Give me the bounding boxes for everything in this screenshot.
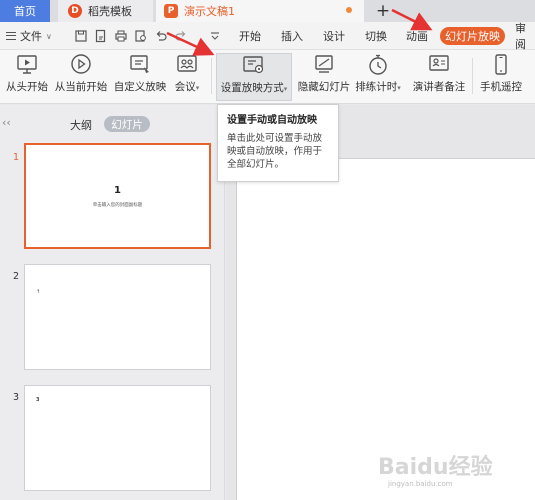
outline-view-tab[interactable]: 大纲 xyxy=(70,117,92,133)
custom-show-label: 自定义放映 xyxy=(113,81,167,93)
presenter-notes-label: 演讲者备注 xyxy=(412,81,466,93)
presenter-notes-icon xyxy=(429,55,449,71)
hide-slide-label: 隐藏幻灯片 xyxy=(297,81,351,93)
meeting-icon xyxy=(177,55,197,72)
chevron-down-icon: ∨ xyxy=(46,31,52,41)
phone-remote-label: 手机遥控 xyxy=(480,81,522,93)
from-current-button[interactable]: 从当前开始 xyxy=(55,53,107,101)
hide-slide-icon xyxy=(315,55,333,73)
file-menu[interactable]: 文件 ∨ xyxy=(6,22,52,50)
menu-tab-label: 开始 xyxy=(239,30,261,43)
redo-icon[interactable] xyxy=(174,29,188,43)
meeting-label: 会议▾ xyxy=(174,81,200,93)
slide-number: 1 xyxy=(13,152,20,163)
stopwatch-icon xyxy=(369,54,387,75)
rehearse-timings-label: 排练计时▾ xyxy=(355,81,401,93)
watermark-url: jingyan.baidu.com xyxy=(388,480,453,488)
slide-thumbnail-2[interactable]: ↑ xyxy=(24,264,211,370)
menu-tab-label: 设计 xyxy=(323,30,345,43)
menu-bar: 文件 ∨ 开始 插入 设计 切换 动画 幻灯片放映 审阅 xyxy=(0,22,535,51)
ribbon-divider xyxy=(472,58,473,94)
rehearse-timings-button[interactable]: 排练计时▾ xyxy=(355,53,401,101)
menu-tab-label: 插入 xyxy=(281,30,303,43)
hide-slide-button[interactable]: 隐藏幻灯片 xyxy=(296,53,352,101)
save-icon[interactable] xyxy=(74,29,88,43)
thumbnail-title: 1 xyxy=(114,185,121,196)
slide-thumbnail-3[interactable]: 3 xyxy=(24,385,211,491)
svg-text:Baidu经验: Baidu经验 xyxy=(378,454,493,480)
ribbon-toolbar: 从头开始 从当前开始 自定义放映 会议▾ 设置放映方式▾ 隐藏幻灯片 排练计时▾… xyxy=(0,50,535,104)
docer-logo-icon: D xyxy=(68,4,82,18)
collapse-panel-button[interactable]: ‹‹ xyxy=(2,116,11,129)
print-icon[interactable] xyxy=(114,29,128,43)
print-preview-icon[interactable] xyxy=(134,29,148,43)
play-circle-icon xyxy=(71,54,91,74)
setup-show-label: 设置放映方式▾ xyxy=(220,82,288,94)
slide-number: 2 xyxy=(13,271,20,282)
phone-remote-button[interactable]: 手机遥控 xyxy=(478,53,524,101)
slides-view-tab[interactable]: 幻灯片 xyxy=(104,116,150,132)
tab-home[interactable]: 首页 xyxy=(0,0,50,22)
from-current-label: 从当前开始 xyxy=(54,81,108,93)
window-tab-bar: 首页 D 稻壳模板 P 演示文稿1 + xyxy=(0,0,535,22)
tab-templates[interactable]: D 稻壳模板 xyxy=(58,0,153,22)
menu-tab-slideshow[interactable]: 幻灯片放映 xyxy=(440,27,505,45)
phone-icon xyxy=(495,54,507,75)
slide-thumbnail-1[interactable]: 1 单击输入您的封面副标题 xyxy=(24,143,211,249)
thumbnail-text: ↑ xyxy=(36,289,41,295)
setup-show-tooltip: 设置手动或自动放映 单击此处可设置手动放映或自动放映，作用于全部幻灯片。 xyxy=(217,104,339,182)
thumbnail-text: 3 xyxy=(36,397,40,403)
file-menu-label: 文件 xyxy=(20,30,42,43)
menu-tab-slideshow-label: 幻灯片放映 xyxy=(445,30,500,43)
export-pdf-icon[interactable] xyxy=(94,29,108,43)
menu-tab-design[interactable]: 设计 xyxy=(317,22,351,50)
menu-tab-label: 动画 xyxy=(406,30,428,43)
from-start-label: 从头开始 xyxy=(6,81,48,93)
tab-document[interactable]: P 演示文稿1 xyxy=(156,0,364,22)
meeting-button[interactable]: 会议▾ xyxy=(172,53,202,101)
tab-document-label: 演示文稿1 xyxy=(184,5,235,18)
custom-show-icon xyxy=(130,55,149,73)
custom-show-button[interactable]: 自定义放映 xyxy=(114,53,166,101)
unsaved-dot-icon xyxy=(346,7,352,13)
menu-tab-animation[interactable]: 动画 xyxy=(400,22,434,50)
tab-home-label: 首页 xyxy=(14,5,36,18)
tooltip-body: 单击此处可设置手动放映或自动放映，作用于全部幻灯片。 xyxy=(227,133,323,170)
slide-number: 3 xyxy=(13,392,20,403)
plus-icon: + xyxy=(375,1,391,21)
menu-tab-label: 审阅 xyxy=(515,22,526,51)
presenter-notes-button[interactable]: 演讲者备注 xyxy=(412,53,466,101)
setup-show-icon xyxy=(243,56,264,74)
hamburger-icon xyxy=(6,32,16,40)
play-from-start-icon xyxy=(17,55,37,74)
new-tab-button[interactable]: + xyxy=(368,0,398,22)
menu-tab-insert[interactable]: 插入 xyxy=(275,22,309,50)
presentation-file-icon: P xyxy=(164,4,178,18)
ribbon-divider xyxy=(211,58,212,94)
setup-show-button[interactable]: 设置放映方式▾ xyxy=(216,53,292,101)
menu-tab-home[interactable]: 开始 xyxy=(233,22,267,50)
customize-toolbar-icon[interactable] xyxy=(208,29,222,43)
tooltip-title: 设置手动或自动放映 xyxy=(227,115,317,126)
from-start-button[interactable]: 从头开始 xyxy=(4,53,50,101)
thumbnail-subtitle: 单击输入您的封面副标题 xyxy=(92,203,143,208)
undo-icon[interactable] xyxy=(154,29,168,43)
menu-tab-label: 切换 xyxy=(365,30,387,43)
tab-templates-label: 稻壳模板 xyxy=(88,5,132,18)
menu-tab-review[interactable]: 审阅 xyxy=(515,22,535,51)
menu-tab-transition[interactable]: 切换 xyxy=(359,22,393,50)
